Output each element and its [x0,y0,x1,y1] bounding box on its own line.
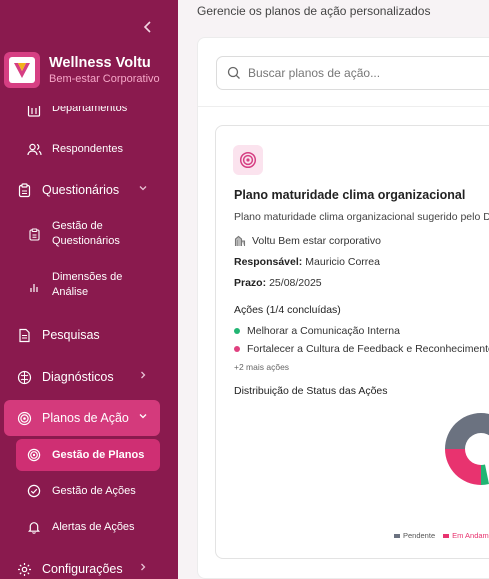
sidebar-item-gestao-planos[interactable]: Gestão de Planos [26,447,144,463]
users-icon [26,141,42,157]
sidebar-item-dimensoes-analise[interactable]: Dimensões de Análise [26,270,132,300]
chevron-right-icon[interactable] [138,562,148,575]
bar-chart-icon [26,279,42,295]
sidebar-item-label: Dimensões de Análise [52,271,123,298]
target-icon [239,151,257,169]
status-dot [234,328,240,334]
clipboard-icon [16,182,32,198]
action-label: Melhorar a Comunicação Interna [247,325,400,337]
sidebar-item-label: Departamentos [52,106,128,114]
search-input[interactable] [248,66,488,80]
deadline-label: Prazo: [234,277,267,289]
legend-label: Em Andam [452,531,489,540]
status-donut-chart [445,413,489,485]
plan-icon-badge [233,145,263,175]
plans-panel: Plano maturidade clima organizacional Pl… [197,37,489,579]
sidebar-item-configuracoes[interactable]: Configurações [16,561,123,577]
brand-subtitle: Bem-estar Corporativo [49,72,160,85]
sidebar-item-label: Configurações [42,562,123,576]
plan-responsible: Responsável: Mauricio Correa [234,256,380,268]
brand-logo [4,52,40,88]
chevron-left-icon [143,21,151,33]
brain-icon [16,369,32,385]
target-icon [16,410,32,426]
sidebar-item-diagnosticos[interactable]: Diagnósticos [16,369,114,385]
sidebar-item-gestao-acoes[interactable]: Gestão de Ações [26,483,136,499]
donut-segment-concluida [481,464,489,485]
more-actions-link[interactable]: +2 mais ações [234,362,289,372]
sidebar-item-alertas-acoes[interactable]: Alertas de Ações [26,519,135,535]
plan-deadline: Prazo: 25/08/2025 [234,277,322,289]
collapse-sidebar-button[interactable] [140,20,156,36]
sidebar-item-label: Respondentes [52,142,123,155]
action-item[interactable]: Fortalecer a Cultura de Feedback e Recon… [234,343,489,355]
donut-segment-pendente [445,413,489,449]
sidebar-item-questionarios[interactable]: Questionários [16,182,119,198]
plan-card[interactable]: Plano maturidade clima organizacional Pl… [215,125,489,559]
sidebar-item-planos-acao[interactable]: Planos de Ação [16,410,129,426]
legend-label: Pendente [403,531,436,540]
legend-item: Pendente [394,531,435,540]
clipboard-list-icon [26,226,42,242]
action-label: Fortalecer a Cultura de Feedback e Recon… [247,343,489,355]
chevron-down-icon[interactable] [138,411,148,424]
sidebar-item-label: Alertas de Ações [52,520,135,533]
responsible-label: Responsável: [234,256,303,268]
sidebar-item-departamentos[interactable]: Departamentos [26,106,127,120]
brand[interactable]: Wellness Voltu Bem-estar Corporativo [4,52,160,88]
plan-title: Plano maturidade clima organizacional [234,188,466,202]
responsible-name: Mauricio Correa [305,256,380,268]
brand-name: Wellness Voltu [49,54,151,71]
donut-segment-em-andamento [445,449,481,485]
legend-swatch [443,533,450,538]
legend-swatch [394,533,400,538]
chevron-down-icon[interactable] [138,183,148,196]
chart-heading: Distribuição de Status das Ações [234,385,388,397]
sidebar-item-label: Questionários [42,183,120,197]
sidebar-item-gestao-questionarios[interactable]: Gestão de Questionários [26,219,132,249]
plan-company: Voltu Bem estar corporativo [234,235,381,247]
action-item[interactable]: Melhorar a Comunicação Interna [234,325,400,337]
chevron-right-icon[interactable] [138,370,148,383]
bell-icon [26,519,42,535]
chart-legend: Pendente Em Andam [394,531,489,540]
sidebar-item-label: Planos de Ação [42,411,129,425]
building-icon [234,235,246,246]
gear-icon [16,561,32,577]
sidebar-item-label: Pesquisas [42,328,100,342]
sidebar-item-label: Diagnósticos [42,370,114,384]
legend-item: Em Andam [443,531,489,540]
page-subtitle: Gerencie os planos de ação personalizado… [197,4,431,18]
sidebar: Wellness Voltu Bem-estar Corporativo Dep… [0,0,178,579]
file-text-icon [16,327,32,343]
logo-v-icon [14,63,30,78]
search-box[interactable] [216,56,489,90]
deadline-value: 25/08/2025 [269,277,322,289]
sidebar-item-label: Gestão de Ações [52,484,136,497]
divider [198,106,489,107]
building-icon [26,106,42,118]
status-dot [234,346,240,352]
search-icon [227,66,240,79]
plan-description: Plano maturidade clima organizacional su… [234,211,489,223]
sidebar-item-label: Gestão de Planos [52,448,145,461]
target-icon [26,447,42,463]
sidebar-item-label: Gestão de Questionários [52,220,120,247]
company-name: Voltu Bem estar corporativo [252,235,381,247]
sidebar-item-pesquisas[interactable]: Pesquisas [16,327,100,343]
check-circle-icon [26,483,42,499]
actions-heading: Ações (1/4 concluídas) [234,304,341,316]
sidebar-item-respondentes[interactable]: Respondentes [26,141,123,157]
main-content: Gerencie os planos de ação personalizado… [178,0,489,579]
